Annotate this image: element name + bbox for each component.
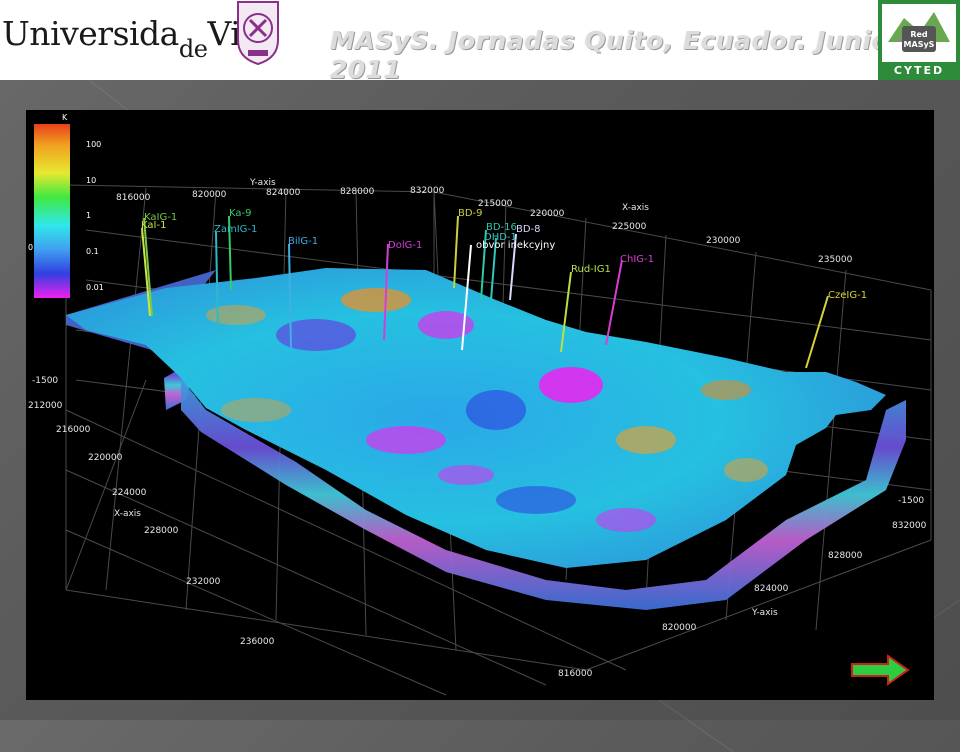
x-axis-tick-top: 215000 xyxy=(478,199,513,209)
cyted-logo: Red MASyS CYTED xyxy=(878,0,960,80)
well-label: CzeIG-1 xyxy=(828,290,867,301)
x-axis-tick-top: 220000 xyxy=(530,209,565,219)
masys-logo-icon: Red MASyS xyxy=(888,12,950,52)
masys-logo-small: Red xyxy=(910,30,928,39)
well-label: ZamIG-1 xyxy=(214,224,257,235)
x-axis-tick-left: 220000 xyxy=(88,453,123,463)
university-name-de: de xyxy=(178,35,208,63)
reservoir-3d-view: KaIG-1 KaI-1 Ka-9 ZamIG-1 BilG-1 DolG-1 … xyxy=(26,110,934,700)
x-axis-tick-left: 216000 xyxy=(56,425,91,435)
y-axis-tick-top: 824000 xyxy=(266,188,301,198)
y-axis-tick-top: 832000 xyxy=(410,186,445,196)
x-axis-tick-left: 212000 xyxy=(28,401,63,411)
y-axis-title-top: Y-axis xyxy=(249,178,276,188)
slide-header: UniversidadeVigo MASyS. Jornadas Quito, … xyxy=(0,0,960,84)
colorbar-title: K xyxy=(62,113,68,122)
colorbar-tick: 1 xyxy=(86,211,91,220)
x-axis-tick-left: 228000 xyxy=(144,526,179,536)
well-bd-9 xyxy=(453,215,459,289)
masys-logo-name: MASyS xyxy=(904,40,935,49)
colorbar-tick: 0.1 xyxy=(86,247,99,256)
university-name-part: Universida xyxy=(2,14,179,53)
y-axis-tick-top: 816000 xyxy=(116,193,151,203)
y-axis-tick-top: 828000 xyxy=(340,187,375,197)
y-axis-tick-bottom: 824000 xyxy=(754,584,789,594)
well-label: KaI-1 xyxy=(141,220,166,231)
x-axis-tick-left: 224000 xyxy=(112,488,147,498)
cyted-label: CYTED xyxy=(893,64,945,77)
y-axis-tick-bottom: 820000 xyxy=(662,623,697,633)
colorbar-tick: 10 xyxy=(86,176,96,185)
colorbar-tick: 100 xyxy=(86,140,101,149)
colorbar-side-label: 0 xyxy=(28,243,33,252)
reservoir-3d-svg: KaIG-1 KaI-1 Ka-9 ZamIG-1 BilG-1 DolG-1 … xyxy=(28,113,932,696)
well-label: DolG-1 xyxy=(388,240,422,251)
x-axis-tick-left: 232000 xyxy=(186,577,221,587)
x-axis-tick-left: 236000 xyxy=(240,637,275,647)
colorbar xyxy=(34,124,70,298)
x-axis-tick-top: 230000 xyxy=(706,236,741,246)
y-axis-tick-bottom: 816000 xyxy=(558,669,593,679)
x-axis-tick-top: 235000 xyxy=(818,255,853,265)
well-label: Ka-9 xyxy=(229,208,251,219)
annotation-label: obvor inekcyjny xyxy=(476,240,555,251)
orientation-arrow-icon xyxy=(851,654,910,686)
y-axis-tick-top: 820000 xyxy=(192,190,227,200)
well-label: BD-8 xyxy=(516,224,541,235)
x-axis-title-left: X-axis xyxy=(114,509,141,519)
background-streak xyxy=(659,700,734,752)
well-label: BilG-1 xyxy=(288,236,318,247)
x-axis-tick-top: 225000 xyxy=(612,222,647,232)
colorbar-tick: 0.01 xyxy=(86,283,104,292)
z-label-right: -1500 xyxy=(898,496,924,506)
well-czeig-1 xyxy=(805,295,829,369)
well-label: ChIG-1 xyxy=(620,254,654,265)
well-label: Rud-IG1 xyxy=(571,264,611,275)
well-label: BD-9 xyxy=(458,208,483,219)
x-axis-title-top: X-axis xyxy=(622,203,649,213)
university-crest-icon xyxy=(237,1,279,66)
y-axis-title-bottom: Y-axis xyxy=(751,608,778,618)
y-axis-tick-bottom: 832000 xyxy=(892,521,927,531)
y-axis-tick-bottom: 828000 xyxy=(828,551,863,561)
conference-title: MASyS. Jornadas Quito, Ecuador. Junio 20… xyxy=(330,26,890,84)
z-label-left: -1500 xyxy=(32,376,58,386)
masys-logo-box: Red MASyS xyxy=(882,4,956,62)
